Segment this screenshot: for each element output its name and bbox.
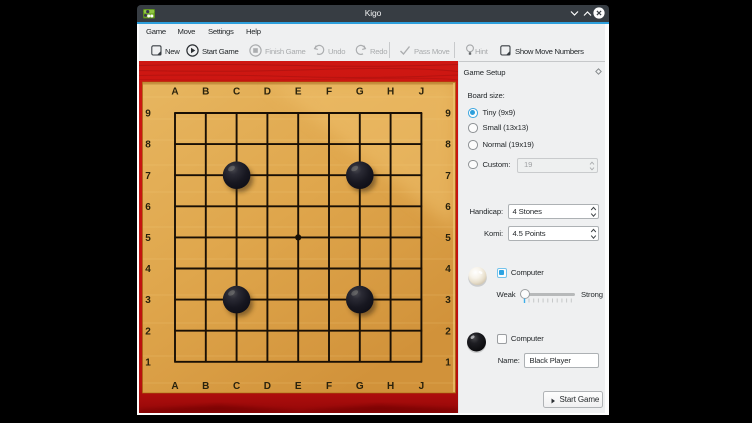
- svg-text:5: 5: [145, 233, 151, 244]
- svg-text:H: H: [387, 87, 394, 98]
- svg-text:1: 1: [145, 357, 151, 368]
- svg-text:8: 8: [145, 140, 151, 151]
- svg-text:7: 7: [445, 171, 451, 182]
- svg-text:D: D: [264, 87, 271, 98]
- svg-text:6: 6: [445, 202, 451, 213]
- svg-text:C: C: [233, 381, 240, 392]
- svg-text:C: C: [233, 87, 240, 98]
- svg-text:A: A: [171, 381, 178, 392]
- svg-text:D: D: [264, 381, 271, 392]
- svg-text:E: E: [295, 381, 302, 392]
- svg-text:8: 8: [445, 140, 451, 151]
- svg-text:7: 7: [145, 171, 151, 182]
- svg-text:F: F: [326, 87, 332, 98]
- svg-text:9: 9: [445, 109, 451, 120]
- svg-text:G: G: [356, 381, 364, 392]
- svg-text:F: F: [326, 381, 332, 392]
- svg-text:H: H: [387, 381, 394, 392]
- svg-text:1: 1: [445, 357, 451, 368]
- svg-text:2: 2: [145, 326, 151, 337]
- svg-text:2: 2: [445, 326, 451, 337]
- svg-text:G: G: [356, 87, 364, 98]
- svg-text:J: J: [419, 87, 425, 98]
- svg-text:B: B: [202, 87, 209, 98]
- svg-text:4: 4: [145, 264, 151, 275]
- svg-text:3: 3: [145, 295, 151, 306]
- svg-text:3: 3: [445, 295, 451, 306]
- svg-text:5: 5: [445, 233, 451, 244]
- svg-text:6: 6: [145, 202, 151, 213]
- svg-text:E: E: [295, 87, 302, 98]
- svg-text:A: A: [171, 87, 178, 98]
- svg-text:J: J: [419, 381, 425, 392]
- svg-text:4: 4: [445, 264, 451, 275]
- svg-text:9: 9: [145, 109, 151, 120]
- svg-text:B: B: [202, 381, 209, 392]
